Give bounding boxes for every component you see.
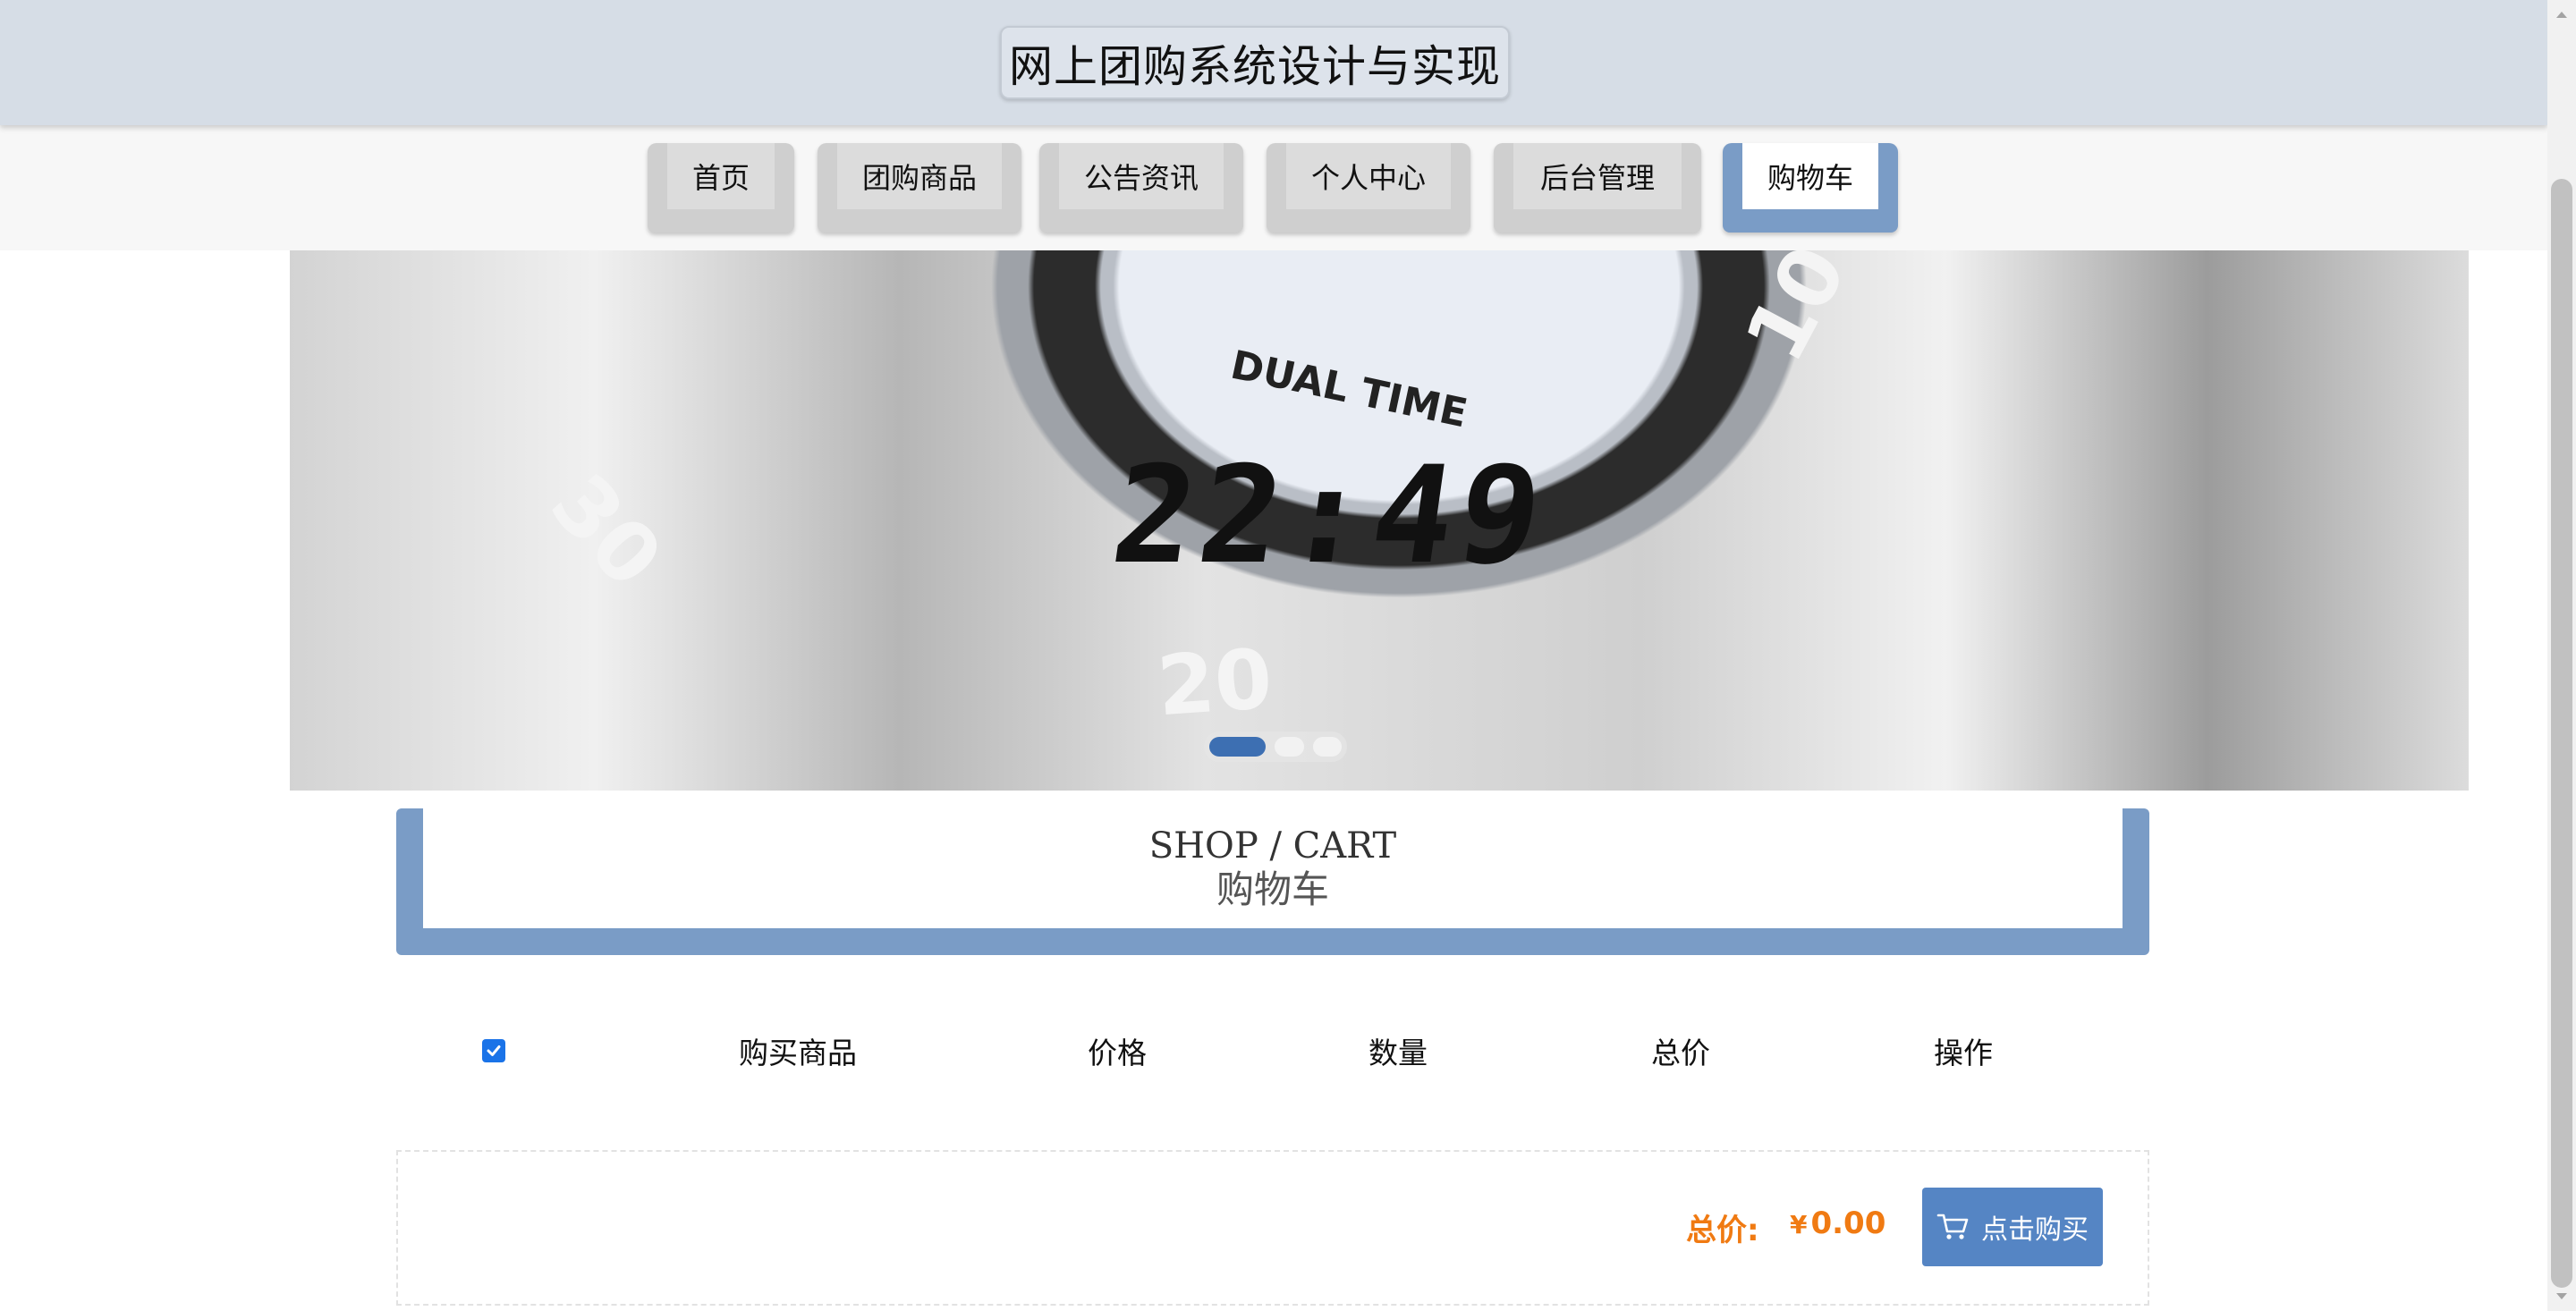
nav-item-home[interactable]: 首页: [648, 143, 794, 233]
select-all-checkbox[interactable]: [482, 1039, 505, 1062]
banner-image-watch: DUAL TIME 22:49 30 20 10: [290, 250, 2469, 791]
column-header-product: 购买商品: [739, 1036, 857, 1070]
nav-item-label: 个人中心: [1286, 143, 1451, 209]
section-header: SHOP / CART 购物车: [396, 808, 2149, 955]
cart-icon: [1936, 1214, 1969, 1239]
nav-item-label: 团购商品: [837, 143, 1002, 209]
section-title-cn: 购物车: [1216, 867, 1329, 911]
nav-item-announcements[interactable]: 公告资讯: [1039, 143, 1243, 233]
cart-table-header: 购买商品 价格 数量 总价 操作: [396, 1019, 2149, 1082]
nav-item-personal-center[interactable]: 个人中心: [1267, 143, 1470, 233]
section-title-en: SHOP / CART: [1148, 825, 1397, 867]
check-icon: [487, 1045, 501, 1056]
total-amount: ¥ 0.00: [1790, 1205, 1885, 1241]
nav-item-cart[interactable]: 购物车: [1723, 143, 1898, 233]
scroll-up-arrow-icon[interactable]: [2547, 0, 2576, 29]
bezel-number: 20: [1154, 630, 1275, 735]
column-header-total: 总价: [1651, 1036, 1710, 1070]
site-header: 网上团购系统设计与实现: [0, 0, 2547, 125]
vertical-scrollbar[interactable]: [2547, 0, 2576, 1311]
bezel-number: 10: [1726, 250, 1866, 377]
dial-digits: 22:49: [1103, 438, 1556, 594]
scrollbar-thumb[interactable]: [2551, 179, 2572, 1288]
dial-text: DUAL TIME: [1226, 342, 1471, 437]
nav-item-label: 后台管理: [1513, 143, 1682, 209]
page: 网上团购系统设计与实现 首页 团购商品 公告资讯 个人中心 后台管理 购物车 D…: [0, 0, 2547, 1311]
banner-carousel: DUAL TIME 22:49 30 20 10: [0, 250, 2547, 791]
nav-item-group-products[interactable]: 团购商品: [818, 143, 1021, 233]
column-header-price: 价格: [1088, 1036, 1147, 1070]
total-label: 总价:: [1686, 1213, 1759, 1248]
buy-button[interactable]: 点击购买: [1922, 1188, 2103, 1266]
buy-button-label: 点击购买: [1981, 1214, 2089, 1246]
column-header-quantity: 数量: [1368, 1036, 1428, 1070]
main-nav: 首页 团购商品 公告资讯 个人中心 后台管理 购物车: [0, 125, 2547, 250]
carousel-dot-1[interactable]: [1209, 737, 1267, 757]
nav-item-label: 首页: [667, 143, 775, 209]
column-header-actions: 操作: [1934, 1036, 1993, 1070]
nav-item-label: 购物车: [1742, 143, 1878, 209]
nav-item-label: 公告资讯: [1059, 143, 1224, 209]
cart-summary: 总价: ¥ 0.00 点击购买: [396, 1150, 2149, 1306]
site-title: 网上团购系统设计与实现: [1000, 26, 1510, 99]
nav-item-admin[interactable]: 后台管理: [1494, 143, 1701, 233]
total-value: 0.00: [1810, 1205, 1886, 1241]
scroll-down-arrow-icon[interactable]: [2547, 1282, 2576, 1311]
currency-symbol: ¥: [1790, 1210, 1808, 1239]
bezel-number: 30: [532, 456, 681, 605]
section-header-box: SHOP / CART 购物车: [423, 808, 2123, 928]
carousel-dot-2[interactable]: [1275, 737, 1304, 757]
carousel-indicators: [1204, 732, 1347, 762]
carousel-dot-3[interactable]: [1312, 737, 1343, 757]
